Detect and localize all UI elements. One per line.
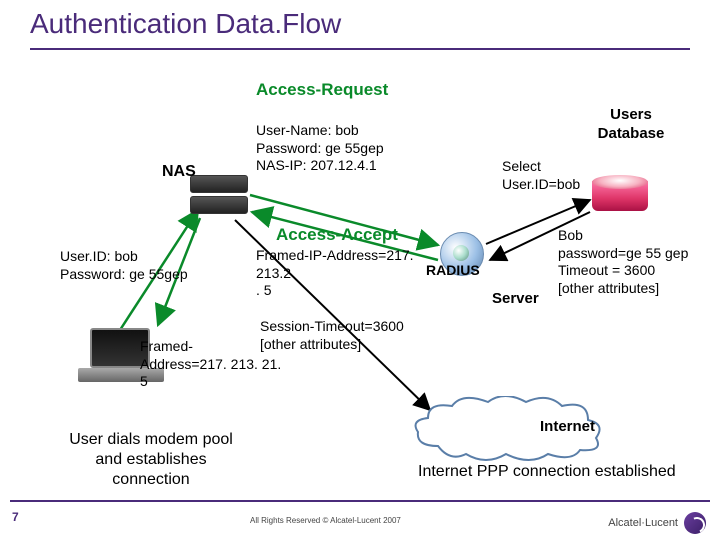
bob-l2: password=ge 55 gep xyxy=(558,245,708,263)
user-dials-text: User dials modem pool and establishes co… xyxy=(56,430,246,490)
acc-line2: . 5 xyxy=(256,282,446,300)
page-number: 7 xyxy=(12,510,19,524)
framed-address: Framed- Address=217. 213. 21. 5 xyxy=(140,338,290,391)
framed-l2: Address=217. 213. 21. 5 xyxy=(140,356,290,391)
select-l2: User.ID=bob xyxy=(502,176,580,194)
slide-title: Authentication Data.Flow xyxy=(30,8,341,40)
bob-l3: Timeout = 3600 xyxy=(558,262,708,280)
brand-name: Alcatel·Lucent xyxy=(608,517,678,529)
title-rule xyxy=(30,48,690,50)
userpw-line: Password: ge 55gep xyxy=(60,266,188,284)
nas-label: NAS xyxy=(162,162,196,182)
framed-l1: Framed- xyxy=(140,338,290,356)
internet-label: Internet xyxy=(540,418,595,437)
access-accept-body: Framed-IP-Address=217. 213.2 . 5 xyxy=(256,247,446,300)
userid-line: User.ID: bob xyxy=(60,248,188,266)
access-request-heading: Access-Request xyxy=(256,80,388,100)
brand-logo-icon xyxy=(684,512,706,534)
ppp-established-text: Internet PPP connection established xyxy=(418,462,676,482)
select-query: Select User.ID=bob xyxy=(502,158,580,193)
req-username: User-Name: bob xyxy=(256,122,416,140)
acc-line1: Framed-IP-Address=217. 213.2 xyxy=(256,247,446,282)
bob-attributes: Bob password=ge 55 gep Timeout = 3600 [o… xyxy=(558,227,708,297)
server-label: Server xyxy=(492,290,539,309)
brand-block: Alcatel·Lucent xyxy=(608,512,706,534)
req-password: Password: ge 55gep xyxy=(256,140,416,158)
req-nasip: NAS-IP: 207.12.4.1 xyxy=(256,157,416,175)
select-l1: Select xyxy=(502,158,580,176)
rights-text: All Rights Reserved © Alcatel-Lucent 200… xyxy=(250,516,401,525)
user-credentials: User.ID: bob Password: ge 55gep xyxy=(60,248,188,283)
database-icon xyxy=(592,175,648,215)
users-db-label: Users Database xyxy=(586,106,676,144)
footer-rule xyxy=(10,500,710,502)
sess-line1: Session-Timeout=3600 xyxy=(260,318,420,336)
bob-l1: Bob xyxy=(558,227,708,245)
nas-icon xyxy=(190,175,248,215)
bob-l4: [other attributes] xyxy=(558,280,708,298)
access-accept-heading: Access-Accept xyxy=(276,225,398,245)
access-request-body: User-Name: bob Password: ge 55gep NAS-IP… xyxy=(256,122,416,175)
radius-label: RADIUS xyxy=(426,262,480,280)
